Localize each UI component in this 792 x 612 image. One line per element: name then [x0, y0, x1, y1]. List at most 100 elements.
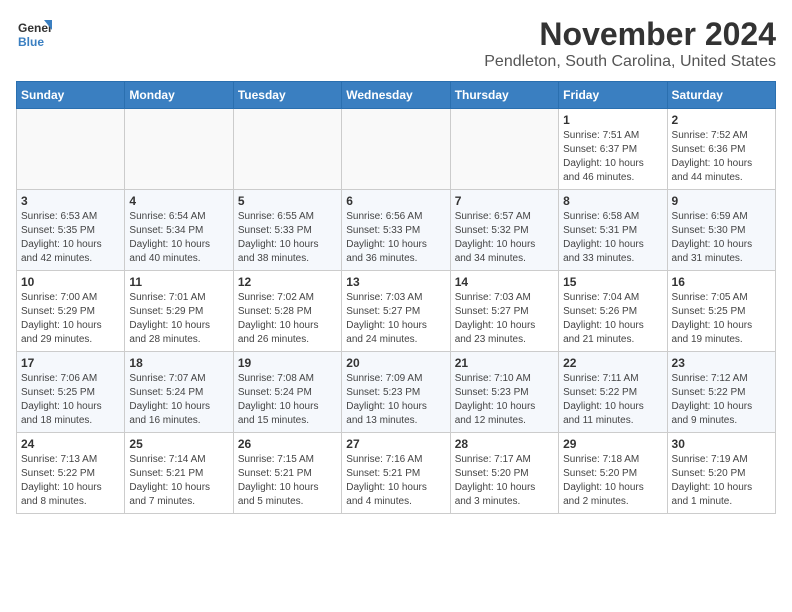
month-title: November 2024	[484, 16, 776, 53]
calendar-cell: 17 Sunrise: 7:06 AMSunset: 5:25 PMDayligh…	[17, 352, 125, 433]
week-row-3: 10Sunrise: 7:00 AMSunset: 5:29 PMDayligh…	[17, 271, 776, 352]
day-info: Sunrise: 7:03 AMSunset: 5:27 PMDaylight:…	[455, 291, 554, 347]
calendar-cell	[342, 109, 450, 190]
day-number: 23	[672, 356, 771, 370]
calendar-cell: 24 Sunrise: 7:13 AMSunset: 5:22 PMDayligh…	[17, 433, 125, 514]
day-number: 15	[563, 275, 662, 289]
calendar-cell: 27 Sunrise: 7:16 AMSunset: 5:21 PMDayligh…	[342, 433, 450, 514]
calendar-cell: 5Sunrise: 6:55 AMSunset: 5:33 PMDaylight…	[233, 190, 341, 271]
calendar-cell: 3 Sunrise: 6:53 AMSunset: 5:35 PMDaylight…	[17, 190, 125, 271]
day-info: Sunrise: 7:00 AMSunset: 5:29 PMDaylight:…	[21, 291, 120, 347]
calendar-cell	[17, 109, 125, 190]
day-header-saturday: Saturday	[667, 82, 775, 109]
day-number: 25	[129, 437, 228, 451]
day-info: Sunrise: 7:04 AMSunset: 5:26 PMDaylight:…	[563, 291, 662, 347]
days-header-row: SundayMondayTuesdayWednesdayThursdayFrid…	[17, 82, 776, 109]
day-info: Sunrise: 6:54 AMSunset: 5:34 PMDaylight:…	[129, 210, 228, 266]
day-header-thursday: Thursday	[450, 82, 558, 109]
calendar-cell: 7 Sunrise: 6:57 AMSunset: 5:32 PMDaylight…	[450, 190, 558, 271]
day-number: 9	[672, 194, 771, 208]
day-number: 19	[238, 356, 337, 370]
day-number: 17	[21, 356, 120, 370]
day-number: 28	[455, 437, 554, 451]
title-area: November 2024 Pendleton, South Carolina,…	[484, 16, 776, 71]
calendar-cell: 4 Sunrise: 6:54 AMSunset: 5:34 PMDaylight…	[125, 190, 233, 271]
day-number: 26	[238, 437, 337, 451]
day-info: Sunrise: 7:17 AMSunset: 5:20 PMDaylight:…	[455, 453, 554, 509]
day-number: 5	[238, 194, 337, 208]
day-number: 30	[672, 437, 771, 451]
day-number: 4	[129, 194, 228, 208]
week-row-2: 3 Sunrise: 6:53 AMSunset: 5:35 PMDaylight…	[17, 190, 776, 271]
day-header-tuesday: Tuesday	[233, 82, 341, 109]
logo-icon: General Blue	[16, 16, 52, 52]
day-info: Sunrise: 7:10 AMSunset: 5:23 PMDaylight:…	[455, 372, 554, 428]
day-info: Sunrise: 7:13 AMSunset: 5:22 PMDaylight:…	[21, 453, 120, 509]
day-number: 24	[21, 437, 120, 451]
day-info: Sunrise: 7:07 AMSunset: 5:24 PMDaylight:…	[129, 372, 228, 428]
day-header-sunday: Sunday	[17, 82, 125, 109]
day-number: 6	[346, 194, 445, 208]
day-header-wednesday: Wednesday	[342, 82, 450, 109]
calendar-cell	[125, 109, 233, 190]
day-number: 1	[563, 113, 662, 127]
calendar-cell: 28 Sunrise: 7:17 AMSunset: 5:20 PMDayligh…	[450, 433, 558, 514]
calendar-cell: 1 Sunrise: 7:51 AMSunset: 6:37 PMDaylight…	[559, 109, 667, 190]
calendar-cell: 23Sunrise: 7:12 AMSunset: 5:22 PMDayligh…	[667, 352, 775, 433]
day-info: Sunrise: 7:51 AMSunset: 6:37 PMDaylight:…	[563, 129, 662, 185]
day-info: Sunrise: 7:02 AMSunset: 5:28 PMDaylight:…	[238, 291, 337, 347]
calendar-cell: 15 Sunrise: 7:04 AMSunset: 5:26 PMDayligh…	[559, 271, 667, 352]
day-number: 16	[672, 275, 771, 289]
day-info: Sunrise: 7:06 AMSunset: 5:25 PMDaylight:…	[21, 372, 120, 428]
day-number: 13	[346, 275, 445, 289]
calendar-cell: 29Sunrise: 7:18 AMSunset: 5:20 PMDayligh…	[559, 433, 667, 514]
calendar-cell: 25 Sunrise: 7:14 AMSunset: 5:21 PMDayligh…	[125, 433, 233, 514]
week-row-1: 1 Sunrise: 7:51 AMSunset: 6:37 PMDaylight…	[17, 109, 776, 190]
calendar-cell: 13 Sunrise: 7:03 AMSunset: 5:27 PMDayligh…	[342, 271, 450, 352]
calendar-cell: 6 Sunrise: 6:56 AMSunset: 5:33 PMDaylight…	[342, 190, 450, 271]
day-info: Sunrise: 7:14 AMSunset: 5:21 PMDaylight:…	[129, 453, 228, 509]
day-info: Sunrise: 7:11 AMSunset: 5:22 PMDaylight:…	[563, 372, 662, 428]
day-number: 14	[455, 275, 554, 289]
day-info: Sunrise: 6:56 AMSunset: 5:33 PMDaylight:…	[346, 210, 445, 266]
day-number: 7	[455, 194, 554, 208]
calendar-table: SundayMondayTuesdayWednesdayThursdayFrid…	[16, 81, 776, 514]
day-info: Sunrise: 7:03 AMSunset: 5:27 PMDaylight:…	[346, 291, 445, 347]
calendar-cell: 9 Sunrise: 6:59 AMSunset: 5:30 PMDaylight…	[667, 190, 775, 271]
day-number: 18	[129, 356, 228, 370]
day-info: Sunrise: 7:05 AMSunset: 5:25 PMDaylight:…	[672, 291, 771, 347]
logo: General Blue	[16, 16, 52, 52]
day-info: Sunrise: 6:53 AMSunset: 5:35 PMDaylight:…	[21, 210, 120, 266]
calendar-cell: 22 Sunrise: 7:11 AMSunset: 5:22 PMDayligh…	[559, 352, 667, 433]
day-info: Sunrise: 7:19 AMSunset: 5:20 PMDaylight:…	[672, 453, 771, 509]
calendar-cell: 16 Sunrise: 7:05 AMSunset: 5:25 PMDayligh…	[667, 271, 775, 352]
day-info: Sunrise: 7:08 AMSunset: 5:24 PMDaylight:…	[238, 372, 337, 428]
day-info: Sunrise: 7:09 AMSunset: 5:23 PMDaylight:…	[346, 372, 445, 428]
calendar-cell: 26 Sunrise: 7:15 AMSunset: 5:21 PMDayligh…	[233, 433, 341, 514]
week-row-5: 24 Sunrise: 7:13 AMSunset: 5:22 PMDayligh…	[17, 433, 776, 514]
day-info: Sunrise: 7:15 AMSunset: 5:21 PMDaylight:…	[238, 453, 337, 509]
day-info: Sunrise: 7:16 AMSunset: 5:21 PMDaylight:…	[346, 453, 445, 509]
day-number: 20	[346, 356, 445, 370]
location-title: Pendleton, South Carolina, United States	[484, 53, 776, 71]
day-number: 27	[346, 437, 445, 451]
calendar-cell: 30 Sunrise: 7:19 AMSunset: 5:20 PMDayligh…	[667, 433, 775, 514]
day-info: Sunrise: 6:57 AMSunset: 5:32 PMDaylight:…	[455, 210, 554, 266]
day-info: Sunrise: 6:59 AMSunset: 5:30 PMDaylight:…	[672, 210, 771, 266]
calendar-cell: 18 Sunrise: 7:07 AMSunset: 5:24 PMDayligh…	[125, 352, 233, 433]
calendar-cell: 20 Sunrise: 7:09 AMSunset: 5:23 PMDayligh…	[342, 352, 450, 433]
calendar-cell: 2Sunrise: 7:52 AMSunset: 6:36 PMDaylight…	[667, 109, 775, 190]
day-number: 12	[238, 275, 337, 289]
day-info: Sunrise: 7:01 AMSunset: 5:29 PMDaylight:…	[129, 291, 228, 347]
calendar-cell: 21Sunrise: 7:10 AMSunset: 5:23 PMDayligh…	[450, 352, 558, 433]
calendar-cell: 14 Sunrise: 7:03 AMSunset: 5:27 PMDayligh…	[450, 271, 558, 352]
day-info: Sunrise: 6:58 AMSunset: 5:31 PMDaylight:…	[563, 210, 662, 266]
calendar-cell: 10Sunrise: 7:00 AMSunset: 5:29 PMDayligh…	[17, 271, 125, 352]
day-number: 3	[21, 194, 120, 208]
svg-text:Blue: Blue	[18, 35, 44, 49]
week-row-4: 17 Sunrise: 7:06 AMSunset: 5:25 PMDayligh…	[17, 352, 776, 433]
page-header: General Blue November 2024 Pendleton, So…	[16, 16, 776, 71]
day-number: 2	[672, 113, 771, 127]
day-number: 8	[563, 194, 662, 208]
day-number: 22	[563, 356, 662, 370]
